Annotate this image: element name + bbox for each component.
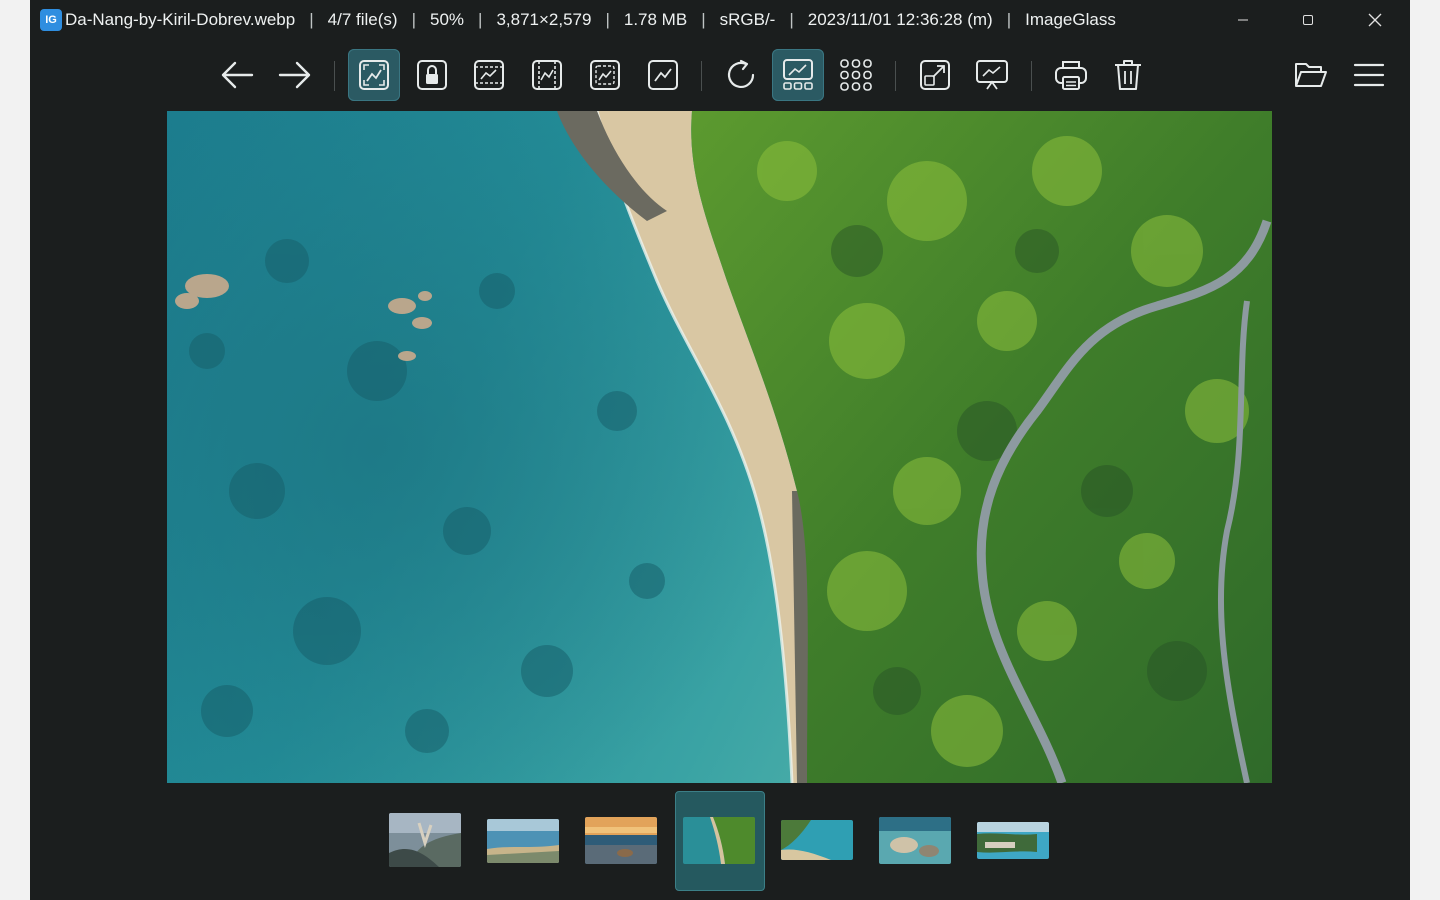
thumbnail-item[interactable] — [585, 817, 657, 864]
aerial-coast-photo — [167, 111, 1272, 783]
scale-fill-icon — [648, 60, 678, 90]
toolbar-separator — [334, 61, 335, 91]
close-button[interactable] — [1342, 0, 1408, 40]
imageglass-app-icon[interactable]: IG — [40, 9, 62, 31]
full-screen-button[interactable] — [909, 49, 961, 101]
file-count: 4/7 file(s) — [327, 10, 398, 29]
delete-button[interactable] — [1102, 49, 1154, 101]
scale-to-width-button[interactable] — [463, 49, 515, 101]
fullscreen-icon — [920, 60, 950, 90]
maximize-button[interactable] — [1275, 0, 1341, 40]
toggle-checkerboard-button[interactable] — [830, 49, 882, 101]
auto-zoom-button[interactable] — [348, 49, 400, 101]
scale-width-icon — [474, 60, 504, 90]
file-name: Da-Nang-by-Kiril-Dobrev.webp — [65, 10, 296, 29]
thumbnail-item[interactable] — [977, 822, 1049, 859]
scale-to-fill-button[interactable] — [637, 49, 689, 101]
title-separator: | — [789, 10, 794, 29]
slideshow-icon — [976, 60, 1008, 90]
lock-zoom-button[interactable] — [406, 49, 458, 101]
arrow-right-icon — [278, 61, 311, 89]
color-profile: sRGB/- — [719, 10, 776, 29]
thumbnail-item[interactable] — [879, 817, 951, 864]
title-separator: | — [1006, 10, 1012, 29]
slideshow-button[interactable] — [966, 49, 1018, 101]
trash-icon — [1115, 60, 1141, 90]
toggle-gallery-button[interactable] — [772, 49, 824, 101]
gallery-icon — [783, 59, 813, 90]
imageglass-window: IG Da-Nang-by-Kiril-Dobrev.webp | 4/7 file… — [30, 0, 1410, 900]
date-modified: 2023/11/01 12:36:28 (m) — [807, 10, 993, 29]
thumbnail-item[interactable] — [389, 813, 461, 867]
thumbnail-item-selected[interactable] — [683, 817, 755, 864]
folder-open-icon — [1295, 63, 1327, 87]
thumbnail-item[interactable] — [781, 820, 853, 860]
previous-image-button[interactable] — [211, 49, 263, 101]
thumbnail-image — [879, 817, 951, 864]
title-separator: | — [309, 10, 314, 29]
thumbnail-image — [487, 819, 559, 863]
print-button[interactable] — [1045, 49, 1097, 101]
minimize-button[interactable] — [1210, 0, 1276, 40]
main-toolbar — [30, 46, 1410, 104]
maximize-icon — [1303, 15, 1313, 25]
scale-fit-icon — [590, 60, 620, 90]
thumbnail-item[interactable] — [487, 819, 559, 863]
toolbar-separator — [1031, 61, 1032, 91]
refresh-button[interactable] — [715, 49, 767, 101]
thumbnail-image — [781, 820, 853, 860]
title-info: Da-Nang-by-Kiril-Dobrev.webp | 4/7 file(s)… — [65, 0, 1116, 40]
scale-to-height-button[interactable] — [521, 49, 573, 101]
arrow-left-icon — [221, 61, 254, 89]
thumbnail-gallery — [30, 790, 1410, 892]
thumbnail-image — [585, 817, 657, 864]
scale-height-icon — [532, 60, 562, 90]
close-icon — [1368, 13, 1382, 27]
image-viewer[interactable] — [167, 111, 1272, 783]
app-name: ImageGlass — [1025, 10, 1116, 29]
print-icon — [1055, 61, 1087, 90]
title-separator: | — [701, 10, 706, 29]
image-dimensions: 3,871×2,579 — [496, 10, 592, 29]
scale-to-fit-button[interactable] — [579, 49, 631, 101]
title-separator: | — [478, 10, 483, 29]
open-file-button[interactable] — [1285, 49, 1337, 101]
title-separator: | — [605, 10, 610, 29]
minimize-icon — [1238, 19, 1248, 21]
zoom-level: 50% — [429, 10, 465, 29]
main-menu-button[interactable] — [1343, 49, 1395, 101]
grid-dots-icon — [840, 59, 872, 91]
next-image-button[interactable] — [269, 49, 321, 101]
refresh-icon — [727, 59, 755, 88]
thumbnail-image — [683, 817, 755, 864]
lock-zoom-icon — [417, 60, 447, 90]
title-separator: | — [411, 10, 416, 29]
title-bar[interactable]: IG Da-Nang-by-Kiril-Dobrev.webp | 4/7 file… — [30, 0, 1410, 40]
auto-zoom-icon — [359, 60, 389, 90]
thumbnail-image — [977, 822, 1049, 859]
file-size: 1.78 MB — [623, 10, 688, 29]
toolbar-separator — [895, 61, 896, 91]
hamburger-menu-icon — [1353, 63, 1385, 87]
toolbar-separator — [701, 61, 702, 91]
thumbnail-image — [389, 813, 461, 867]
